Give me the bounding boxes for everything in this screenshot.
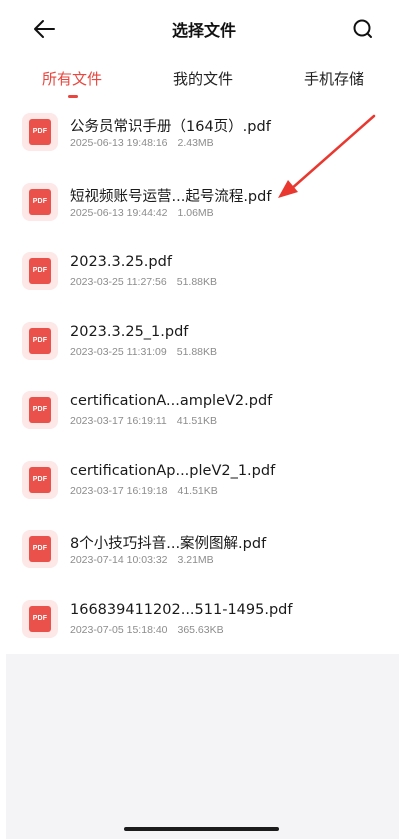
file-size: 51.88KB: [176, 345, 218, 358]
file-name: 短视频账号运营...起号流程.pdf: [70, 188, 272, 205]
pdf-file-icon: PDF: [29, 605, 51, 632]
file-item[interactable]: PDF 2023.3.25.pdf 2023-03-25 11:27:56 51.…: [0, 245, 408, 315]
file-list: PDF 公务员常识手册（164页）.pdf 2025-06-13 19:48:1…: [0, 106, 408, 662]
file-datetime: 2025-06-13 19:44:42: [70, 206, 168, 219]
file-meta: 2023-03-25 11:27:56 51.88KB: [70, 276, 217, 288]
pdf-file-icon: PDF: [29, 536, 51, 562]
tab-all-files[interactable]: 所有文件: [42, 68, 102, 89]
pdf-file-icon-wrapper: PDF: [22, 182, 58, 221]
file-meta: 2023-03-17 16:19:18 41.51KB: [70, 485, 218, 497]
file-size: 51.88KB: [176, 276, 218, 288]
file-name: certificationA...ampleV2.pdf: [70, 393, 273, 409]
file-meta: 2023-07-05 15:18:40 365.63KB: [70, 624, 224, 636]
file-datetime: 2025-06-13 19:48:16: [70, 137, 168, 149]
home-indicator[interactable]: [124, 827, 279, 831]
pdf-file-icon-wrapper: PDF: [22, 460, 58, 499]
file-datetime: 2023-07-14 10:03:32: [70, 554, 168, 566]
active-tab-indicator: [68, 95, 78, 98]
pdf-file-icon: PDF: [29, 188, 51, 215]
file-name: 2023.3.25_1.pdf: [70, 323, 189, 340]
tab-bar: 所有文件 我的文件 手机存储: [0, 58, 408, 106]
pdf-file-icon-wrapper: PDF: [22, 391, 58, 429]
empty-list-area: [6, 654, 399, 839]
file-datetime: 2023-07-05 15:18:40: [70, 623, 168, 636]
pdf-file-icon: PDF: [29, 258, 51, 284]
file-size: 3.21MB: [177, 554, 214, 566]
file-size: 41.51KB: [177, 484, 218, 497]
file-size: 41.51KB: [176, 415, 218, 427]
tab-phone-storage[interactable]: 手机存储: [304, 68, 364, 89]
tab-my-files[interactable]: 我的文件: [173, 68, 233, 89]
file-item[interactable]: PDF certificationA...ampleV2.pdf 2023-03…: [0, 384, 408, 454]
file-name: 2023.3.25.pdf: [70, 254, 172, 270]
file-item[interactable]: PDF 166839411202...511-1495.pdf 2023-07-…: [0, 593, 408, 663]
header: 选择文件: [0, 0, 408, 58]
pdf-file-icon: PDF: [29, 119, 51, 145]
file-datetime: 2023-03-17 16:19:11: [70, 415, 167, 427]
search-icon: [353, 19, 372, 38]
file-size: 1.06MB: [177, 206, 214, 219]
file-item[interactable]: PDF 公务员常识手册（164页）.pdf 2025-06-13 19:48:1…: [0, 106, 408, 176]
search-button[interactable]: [350, 16, 376, 42]
file-name: 8个小技巧抖音...案例图解.pdf: [70, 536, 267, 552]
file-item[interactable]: PDF 短视频账号运营...起号流程.pdf 2025-06-13 19:44:…: [0, 176, 408, 246]
file-name: certificationAp...pleV2_1.pdf: [70, 462, 276, 479]
pdf-file-icon: PDF: [29, 466, 51, 493]
pdf-file-icon-wrapper: PDF: [22, 599, 58, 638]
pdf-file-icon-wrapper: PDF: [22, 530, 58, 568]
pdf-file-icon-wrapper: PDF: [22, 252, 58, 290]
file-name: 公务员常识手册（164页）.pdf: [70, 119, 271, 135]
pdf-file-icon: PDF: [29, 397, 51, 423]
file-name: 166839411202...511-1495.pdf: [70, 601, 293, 618]
file-meta: 2023-03-25 11:31:09 51.88KB: [70, 346, 217, 358]
page-title: 选择文件: [171, 21, 236, 40]
file-item[interactable]: PDF 8个小技巧抖音...案例图解.pdf 2023-07-14 10:03:…: [0, 523, 408, 593]
file-datetime: 2023-03-17 16:19:18: [70, 484, 168, 497]
pdf-file-icon: PDF: [29, 327, 51, 354]
file-meta: 2023-07-14 10:03:32 3.21MB: [70, 554, 214, 566]
file-size: 365.63KB: [177, 623, 224, 636]
pdf-file-icon-wrapper: PDF: [22, 321, 58, 360]
file-meta: 2025-06-13 19:48:16 2.43MB: [70, 137, 214, 149]
file-meta: 2023-03-17 16:19:11 41.51KB: [70, 415, 217, 427]
file-size: 2.43MB: [177, 137, 214, 149]
pdf-file-icon-wrapper: PDF: [22, 113, 58, 151]
file-item[interactable]: PDF 2023.3.25_1.pdf 2023-03-25 11:31:09 5…: [0, 315, 408, 385]
file-item[interactable]: PDF certificationAp...pleV2_1.pdf 2023-0…: [0, 454, 408, 524]
file-datetime: 2023-03-25 11:31:09: [70, 345, 167, 358]
file-picker-screen: 选择文件 所有文件 我的文件 手机存储 PDF 公务员常识手册（164页）.pd…: [0, 0, 408, 839]
file-meta: 2025-06-13 19:44:42 1.06MB: [70, 207, 214, 219]
file-datetime: 2023-03-25 11:27:56: [70, 276, 167, 288]
